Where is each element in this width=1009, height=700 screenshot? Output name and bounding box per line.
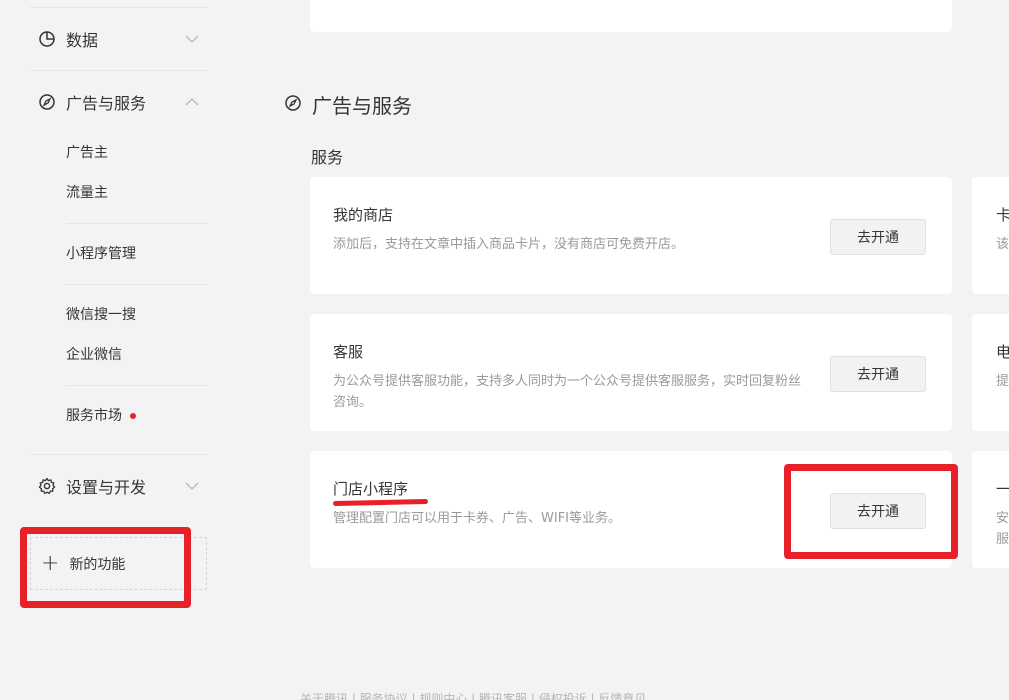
section-title-label: 广告与服务 <box>312 94 412 118</box>
service-card-customer-service: 客服 为公众号提供客服功能，支持多人同时为一个公众号提供客服服务，实时回复粉丝咨… <box>310 314 952 431</box>
card-description: 提 <box>996 374 1009 389</box>
card-title: 门店小程序 <box>333 480 409 498</box>
card-description-line: 服 <box>996 532 1009 547</box>
sidebar-item-mini-program-management[interactable]: 小程序管理 <box>66 244 136 264</box>
card-description: 添加后，支持在文章中插入商品卡片，没有商店可免费开店。 <box>333 237 685 252</box>
card-title: 我的商店 <box>333 206 394 224</box>
new-feature-label: 新的功能 <box>69 556 126 573</box>
nav-section-data[interactable]: 数据 <box>38 27 200 51</box>
gear-icon <box>38 477 56 495</box>
nav-section-label: 设置与开发 <box>66 478 147 497</box>
chevron-up-icon <box>184 94 200 114</box>
pie-chart-icon <box>38 30 56 48</box>
add-new-feature-button[interactable]: + 新的功能 <box>30 537 207 590</box>
sidebar: 数据 广告与服务 广告主 流量主 小程序管理 微信搜一搜 企业微信 服务市场 设… <box>0 0 240 700</box>
service-card-partial: 一 安服 <box>972 451 1009 568</box>
activate-button[interactable]: 去开通 <box>830 493 926 529</box>
divider <box>66 284 207 285</box>
service-card-store-mini-program: 门店小程序 管理配置门店可以用于卡券、广告、WIFI等业务。 去开通 <box>310 451 952 568</box>
sidebar-item-wechat-search[interactable]: 微信搜一搜 <box>66 305 136 325</box>
sidebar-item-advertiser[interactable]: 广告主 <box>66 143 108 163</box>
notification-dot <box>130 413 136 419</box>
card-description-line: 安 <box>996 511 1009 526</box>
sidebar-item-label: 服务市场 <box>66 408 122 424</box>
activate-button[interactable]: 去开通 <box>830 219 926 255</box>
card-title: 客服 <box>333 343 364 361</box>
sidebar-item-publisher[interactable]: 流量主 <box>66 183 108 203</box>
sidebar-item-service-market[interactable]: 服务市场 <box>66 406 136 426</box>
divider <box>30 7 207 8</box>
subsection-title: 服务 <box>311 148 344 167</box>
service-card-partial: 卡 该 <box>972 177 1009 294</box>
card-description: 管理配置门店可以用于卡券、广告、WIFI等业务。 <box>333 511 621 526</box>
plus-icon: + <box>41 550 60 576</box>
service-card-partial: 电 提 <box>972 314 1009 431</box>
service-card-my-store: 我的商店 添加后，支持在文章中插入商品卡片，没有商店可免费开店。 去开通 <box>310 177 952 294</box>
card-description: 为公众号提供客服功能，支持多人同时为一个公众号提供客服服务，实时回复粉丝咨询。 <box>333 374 802 410</box>
divider <box>66 385 207 386</box>
compass-icon <box>284 94 302 116</box>
card-title: 一 <box>996 480 1009 498</box>
footer-links[interactable]: 关于腾讯 | 服务协议 | 规则中心 | 腾讯客服 | 侵权投诉 | 反馈意见 <box>300 690 646 700</box>
activate-button[interactable]: 去开通 <box>830 356 926 392</box>
nav-section-label: 广告与服务 <box>66 94 147 113</box>
main-content: 广告与服务 服务 我的商店 添加后，支持在文章中插入商品卡片，没有商店可免费开店… <box>240 0 1009 700</box>
divider <box>66 223 207 224</box>
card-description: 安服 <box>996 508 1009 550</box>
divider <box>30 454 207 455</box>
chevron-down-icon <box>184 31 200 51</box>
nav-section-ads-services[interactable]: 广告与服务 <box>38 90 200 114</box>
nav-section-label: 数据 <box>66 31 99 50</box>
card <box>310 0 952 32</box>
divider <box>30 70 207 71</box>
card-title: 卡 <box>996 206 1009 224</box>
section-title: 广告与服务 <box>284 90 412 119</box>
chevron-down-icon <box>184 478 200 498</box>
sidebar-item-wecom[interactable]: 企业微信 <box>66 345 122 365</box>
card-description: 该 <box>996 237 1009 252</box>
card-title: 电 <box>996 343 1009 361</box>
nav-section-settings-dev[interactable]: 设置与开发 <box>38 474 200 498</box>
compass-icon <box>38 93 56 111</box>
